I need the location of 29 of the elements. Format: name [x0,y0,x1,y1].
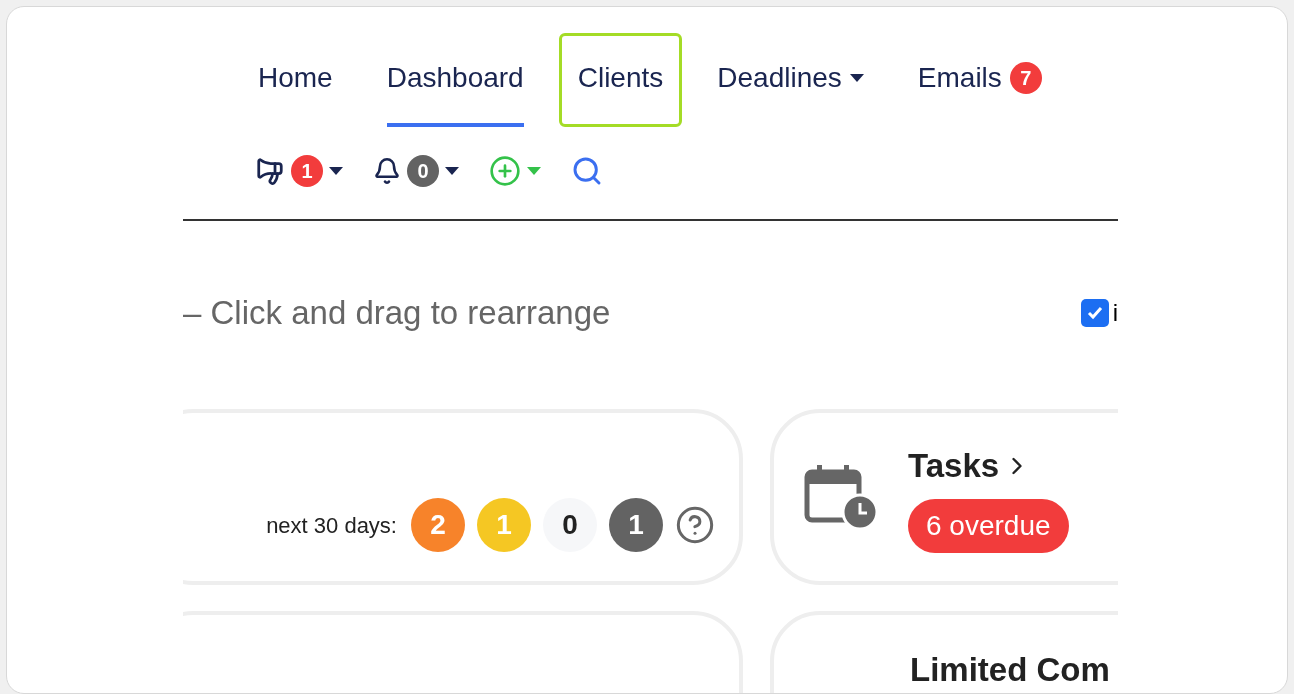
nav-tab[interactable]: Clients [558,33,683,127]
search-icon [571,155,603,187]
bell-icon [373,157,401,185]
nav-tab[interactable]: Emails 7 [898,33,1061,127]
count-badge: 0 [543,498,597,552]
notifications-button[interactable]: 0 [373,151,459,191]
count-badge: 7 [1009,62,1042,94]
count-badge: 1 [477,498,531,552]
megaphone-icon [255,156,285,186]
count-badge: 2 [411,498,465,552]
rearrange-hint: – Click and drag to rearrange [183,293,611,334]
nav-tab[interactable]: Deadlines [698,33,883,127]
period-label: next 30 days: [266,511,397,540]
caret-icon [445,167,459,175]
checkbox[interactable] [1080,299,1109,327]
announcements-button[interactable]: 1 [255,151,343,191]
count-badge: 1 [609,498,663,552]
caret-icon [527,167,541,175]
overdue-badge: 6 overdue [908,498,1069,553]
nav-tab[interactable]: Home [239,33,352,127]
card-title: Limited Com [910,651,1110,688]
caret-icon [329,167,343,175]
plus-icon [489,155,521,187]
checkbox-label: i [1112,298,1118,328]
caret-icon [849,74,864,82]
nav-tab[interactable]: Dashboard [367,33,543,127]
calendar-clock-icon [804,464,878,530]
tasks-link[interactable]: Tasks [908,441,1069,491]
help-icon[interactable] [675,505,715,545]
